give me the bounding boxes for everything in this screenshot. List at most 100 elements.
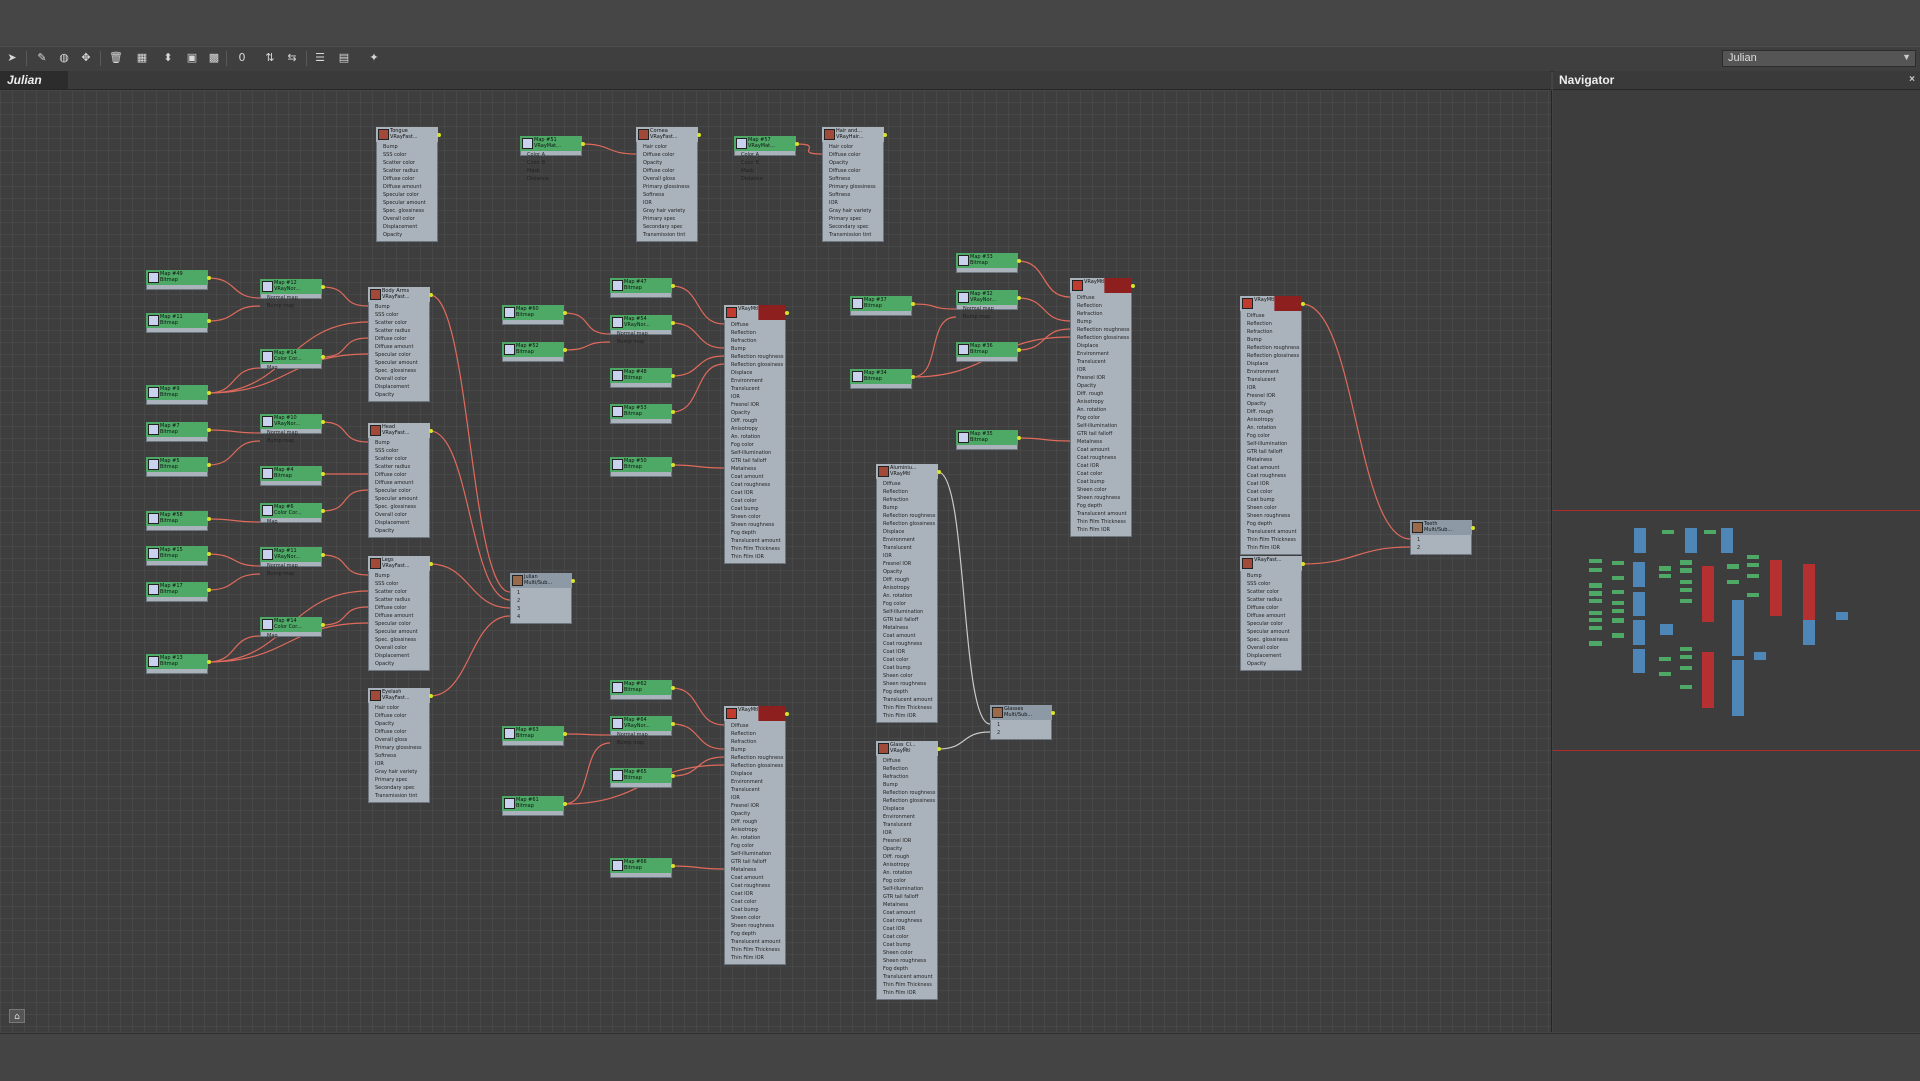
- material-node[interactable]: VRayMtl Diffuse Reflection Refraction Bump Re…: [724, 706, 789, 965]
- node-slot[interactable]: An. rotation: [877, 869, 937, 877]
- node-slot[interactable]: Metalness: [877, 624, 937, 632]
- node-slot[interactable]: Mask: [735, 167, 795, 175]
- node-slot[interactable]: Sheen roughness: [725, 521, 785, 529]
- node-slot[interactable]: Thin Film Thickness: [877, 704, 937, 712]
- node-slot[interactable]: Anisotropy: [877, 861, 937, 869]
- node-slot[interactable]: Softness: [369, 752, 429, 760]
- node-header[interactable]: Glass_Cl... VRayMtl: [876, 741, 938, 756]
- node-slot[interactable]: Reflection glossiness: [877, 520, 937, 528]
- node-slot[interactable]: Specular amount: [369, 628, 429, 636]
- node-slot[interactable]: Fresnel IOR: [877, 560, 937, 568]
- node-slot[interactable]: Bump map: [611, 338, 671, 346]
- node-slot[interactable]: Sheen roughness: [1071, 494, 1131, 502]
- node-slot[interactable]: Refraction: [725, 738, 785, 746]
- node-slot[interactable]: GTR tail falloff: [877, 893, 937, 901]
- map-node[interactable]: Map #49 Bitmap: [146, 270, 211, 290]
- output-socket[interactable]: [429, 429, 433, 433]
- node-slot[interactable]: Translucent: [1241, 376, 1301, 384]
- layout-vertical-tool[interactable]: ⇅: [262, 50, 278, 66]
- node-slot[interactable]: Opacity: [877, 568, 937, 576]
- node-slot[interactable]: Translucent: [725, 786, 785, 794]
- node-slot[interactable]: Refraction: [1071, 310, 1131, 318]
- node-header[interactable]: Head VRayFast...: [368, 423, 430, 438]
- map-node[interactable]: Map #4 Bitmap: [260, 466, 325, 486]
- node-header[interactable]: Map #34 Bitmap: [850, 369, 912, 384]
- node-slot[interactable]: Thin Film Thickness: [725, 946, 785, 954]
- navigator-view[interactable]: [1553, 90, 1920, 1032]
- node-header[interactable]: Map #13 Bitmap: [146, 654, 208, 669]
- output-socket[interactable]: [1301, 562, 1305, 566]
- output-socket[interactable]: [207, 588, 211, 592]
- map-node[interactable]: Map #53 Bitmap: [610, 404, 675, 424]
- node-slot[interactable]: Refraction: [877, 496, 937, 504]
- node-slot[interactable]: Spec. glossiness: [369, 503, 429, 511]
- node-header[interactable]: Map #5 Bitmap: [146, 457, 208, 472]
- node-slot[interactable]: Thin Film IOR: [725, 553, 785, 561]
- assign-tool[interactable]: ⬍: [160, 50, 176, 66]
- material-id-tool[interactable]: 0: [234, 50, 250, 66]
- node-slot[interactable]: Fog depth: [725, 930, 785, 938]
- node-slot[interactable]: Color A: [521, 151, 581, 159]
- node-slot[interactable]: Self-illumination: [725, 850, 785, 858]
- output-socket[interactable]: [207, 517, 211, 521]
- background-tool[interactable]: ▣: [184, 50, 200, 66]
- node-slot[interactable]: Specular color: [1241, 620, 1301, 628]
- node-slot[interactable]: Specular amount: [369, 359, 429, 367]
- node-slot[interactable]: Fog color: [725, 441, 785, 449]
- node-slot[interactable]: Refraction: [725, 337, 785, 345]
- output-socket[interactable]: [785, 311, 789, 315]
- node-slot[interactable]: Coat roughness: [1071, 454, 1131, 462]
- node-slot[interactable]: Environment: [877, 536, 937, 544]
- node-header[interactable]: Map #36 Bitmap: [956, 342, 1018, 357]
- node-slot[interactable]: Fresnel IOR: [725, 802, 785, 810]
- node-slot[interactable]: An. rotation: [1071, 406, 1131, 414]
- node-slot[interactable]: Distance: [521, 175, 581, 183]
- node-slot[interactable]: Diffuse color: [823, 167, 883, 175]
- node-slot[interactable]: Self-illumination: [877, 885, 937, 893]
- node-slot[interactable]: Thin Film Thickness: [877, 981, 937, 989]
- node-slot[interactable]: Opacity: [369, 720, 429, 728]
- node-header[interactable]: Map #35 Bitmap: [956, 430, 1018, 445]
- node-slot[interactable]: Map: [261, 632, 321, 640]
- node-slot[interactable]: SSS color: [377, 151, 437, 159]
- node-slot[interactable]: Reflection glossiness: [725, 762, 785, 770]
- node-slot[interactable]: Coat amount: [1071, 446, 1131, 454]
- node-slot[interactable]: Primary spec: [369, 776, 429, 784]
- node-slot[interactable]: Diff. rough: [1241, 408, 1301, 416]
- node-slot[interactable]: Coat roughness: [877, 917, 937, 925]
- node-slot[interactable]: Diffuse color: [637, 167, 697, 175]
- node-slot[interactable]: Diffuse color: [637, 151, 697, 159]
- output-socket[interactable]: [1131, 284, 1135, 288]
- node-slot[interactable]: Fog color: [877, 877, 937, 885]
- node-header[interactable]: Map #49 Bitmap: [146, 270, 208, 285]
- multi-sub-node[interactable]: Teeth Multi/Sub... 1 2: [1410, 520, 1475, 555]
- map-node[interactable]: Map #9 Bitmap: [146, 385, 211, 405]
- node-slot[interactable]: Coat bump: [1071, 478, 1131, 486]
- map-node[interactable]: Map #47 Bitmap: [610, 278, 675, 298]
- node-slot[interactable]: Sheen roughness: [877, 680, 937, 688]
- output-socket[interactable]: [321, 509, 325, 513]
- material-node[interactable]: Eyelash VRayFast... Hair color Diffuse colo…: [368, 688, 433, 803]
- output-socket[interactable]: [1471, 526, 1475, 530]
- node-slot[interactable]: Opacity: [1071, 382, 1131, 390]
- node-header[interactable]: Aluminiu... VRayMtl: [876, 464, 938, 479]
- node-slot[interactable]: Coat color: [877, 656, 937, 664]
- delete-tool[interactable]: 🗑: [108, 50, 124, 66]
- output-socket[interactable]: [207, 276, 211, 280]
- node-header[interactable]: Map #65 Bitmap: [610, 768, 672, 783]
- map-node[interactable]: Map #35 Bitmap: [956, 430, 1021, 450]
- node-slot[interactable]: Spec. glossiness: [369, 367, 429, 375]
- node-slot[interactable]: Overall color: [377, 215, 437, 223]
- output-socket[interactable]: [1017, 348, 1021, 352]
- node-slot[interactable]: Opacity: [877, 845, 937, 853]
- node-slot[interactable]: Reflection roughness: [877, 512, 937, 520]
- node-slot[interactable]: IOR: [725, 794, 785, 802]
- node-slot[interactable]: Overall gloss: [637, 175, 697, 183]
- node-slot[interactable]: Coat amount: [725, 473, 785, 481]
- node-slot[interactable]: Scatter radius: [369, 463, 429, 471]
- map-node[interactable]: Map #48 Bitmap: [610, 368, 675, 388]
- node-slot[interactable]: Reflection glossiness: [1241, 352, 1301, 360]
- node-slot[interactable]: Specular color: [369, 487, 429, 495]
- output-socket[interactable]: [671, 284, 675, 288]
- node-slot[interactable]: Primary glossiness: [369, 744, 429, 752]
